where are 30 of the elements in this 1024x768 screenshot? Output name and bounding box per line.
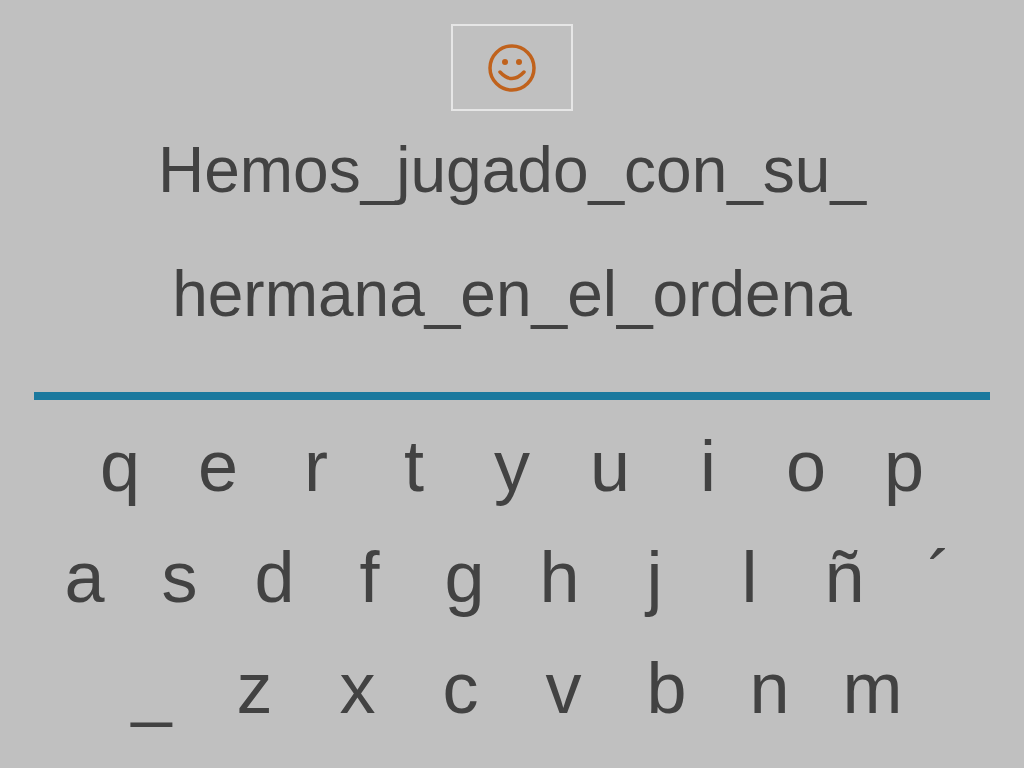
letter-key[interactable]: a: [54, 531, 115, 622]
letter-key[interactable]: b: [636, 642, 697, 733]
letter-key[interactable]: y: [482, 420, 542, 511]
letter-key[interactable]: h: [529, 531, 590, 622]
letter-key[interactable]: c: [430, 642, 491, 733]
letter-key[interactable]: t: [384, 420, 444, 511]
letter-key[interactable]: i: [678, 420, 738, 511]
letter-key[interactable]: x: [327, 642, 388, 733]
letter-key[interactable]: u: [580, 420, 640, 511]
letter-key[interactable]: j: [624, 531, 685, 622]
letter-key[interactable]: d: [244, 531, 305, 622]
letter-key[interactable]: q: [90, 420, 150, 511]
letter-key[interactable]: g: [434, 531, 495, 622]
letter-key[interactable]: ´: [909, 531, 970, 622]
letter-key[interactable]: f: [339, 531, 400, 622]
letter-key[interactable]: l: [719, 531, 780, 622]
letter-key[interactable]: v: [533, 642, 594, 733]
letter-key[interactable]: ñ: [814, 531, 875, 622]
letter-key[interactable]: n: [739, 642, 800, 733]
smiley-icon: [487, 42, 537, 93]
letter-key[interactable]: o: [776, 420, 836, 511]
letter-key[interactable]: r: [286, 420, 346, 511]
letter-key[interactable]: s: [149, 531, 210, 622]
letter-key[interactable]: _: [121, 642, 182, 733]
letter-key[interactable]: m: [842, 642, 903, 733]
letter-key[interactable]: e: [188, 420, 248, 511]
sentence-text: Hemos_jugado_con_su_: [157, 134, 867, 206]
letter-key[interactable]: z: [224, 642, 285, 733]
sentence-text: hermana_en_el_ordena: [172, 258, 852, 330]
letter-key[interactable]: p: [874, 420, 934, 511]
